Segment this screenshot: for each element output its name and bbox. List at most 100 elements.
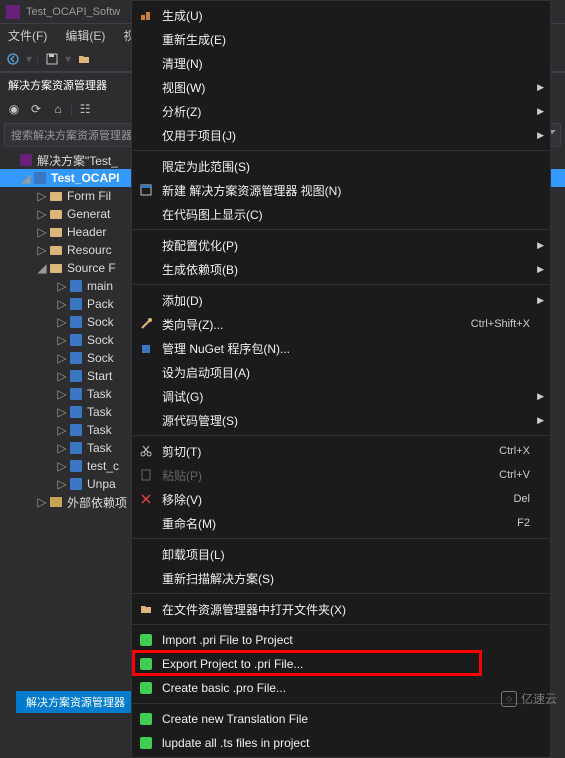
save-icon[interactable]	[43, 50, 61, 68]
menu-item[interactable]: 新建 解决方案资源管理器 视图(N)	[132, 178, 550, 202]
menu-item[interactable]: 视图(W)▶	[132, 75, 550, 99]
menu-label: 设为启动项目(A)	[162, 364, 542, 381]
menu-item[interactable]: 移除(V)Del	[132, 487, 550, 511]
blank-icon	[134, 513, 158, 533]
home2-icon[interactable]: ⌂	[48, 99, 68, 119]
menu-item[interactable]: 调试(G)▶	[132, 384, 550, 408]
expand-icon[interactable]: ▷	[56, 279, 68, 293]
project-icon	[32, 171, 48, 185]
submenu-arrow-icon: ▶	[537, 240, 544, 251]
expand-icon[interactable]: ◢	[20, 171, 32, 185]
blank-icon	[134, 568, 158, 588]
menu-item[interactable]: Import .pri File to Project	[132, 628, 550, 652]
expand-icon[interactable]: ▷	[36, 207, 48, 221]
nuget-icon	[134, 338, 158, 358]
submenu-arrow-icon: ▶	[537, 391, 544, 402]
menu-item[interactable]: 设为启动项目(A)	[132, 360, 550, 384]
menu-label: 源代码管理(S)	[162, 412, 542, 429]
menu-label: 在代码图上显示(C)	[162, 206, 542, 223]
qt-icon	[134, 678, 158, 698]
tree-label: 解决方案"Test_	[37, 152, 118, 169]
menu-item[interactable]: Create basic .pro File...	[132, 676, 550, 700]
menu-item[interactable]: 源代码管理(S)▶	[132, 408, 550, 432]
expand-icon[interactable]: ▷	[56, 423, 68, 437]
vs-logo-icon	[6, 5, 20, 19]
expand-icon[interactable]: ▷	[36, 189, 48, 203]
menu-item[interactable]: 剪切(T)Ctrl+X	[132, 439, 550, 463]
qt-icon	[134, 709, 158, 729]
menu-item[interactable]: 按配置优化(P)▶	[132, 233, 550, 257]
expand-icon[interactable]: ▷	[56, 333, 68, 347]
expand-icon[interactable]: ▷	[56, 477, 68, 491]
menu-item[interactable]: 重命名(M)F2	[132, 511, 550, 535]
expand-icon[interactable]: ▷	[56, 387, 68, 401]
menu-separator	[133, 150, 549, 151]
menu-label: 调试(G)	[162, 388, 542, 405]
watermark-text: 亿速云	[521, 690, 557, 707]
tree-label: test_c	[87, 459, 119, 473]
menu-label: 粘贴(P)	[162, 467, 499, 484]
menu-label: 在文件资源管理器中打开文件夹(X)	[162, 601, 542, 618]
menu-label: 按配置优化(P)	[162, 237, 542, 254]
expand-icon[interactable]: ▷	[36, 225, 48, 239]
cpp-icon	[68, 387, 84, 401]
cpp-icon	[68, 477, 84, 491]
menu-label: 卸载项目(L)	[162, 546, 542, 563]
blank-icon	[134, 259, 158, 279]
back-icon[interactable]	[4, 50, 22, 68]
menu-item[interactable]: 在文件资源管理器中打开文件夹(X)	[132, 597, 550, 621]
home-icon[interactable]: ◉	[4, 99, 24, 119]
menu-item[interactable]: 管理 NuGet 程序包(N)...	[132, 336, 550, 360]
cpp-icon	[68, 459, 84, 473]
menu-item[interactable]: Create new Translation File	[132, 707, 550, 731]
menu-item[interactable]: 在代码图上显示(C)	[132, 202, 550, 226]
menu-label: 生成(U)	[162, 7, 542, 24]
expand-icon[interactable]: ▷	[56, 459, 68, 473]
menu-item[interactable]: 生成依赖项(B)▶	[132, 257, 550, 281]
expand-icon[interactable]: ▷	[56, 441, 68, 455]
tree-label: Sock	[87, 315, 114, 329]
collapse-icon[interactable]: ☷	[75, 99, 95, 119]
menu-edit[interactable]: 编辑(E)	[61, 25, 109, 46]
submenu-arrow-icon: ▶	[537, 415, 544, 426]
solution-icon	[18, 153, 34, 167]
menu-item[interactable]: 类向导(Z)...Ctrl+Shift+X	[132, 312, 550, 336]
footer-tab[interactable]: 解决方案资源管理器	[16, 691, 135, 713]
menu-item[interactable]: 清理(N)	[132, 51, 550, 75]
expand-icon[interactable]: ◢	[36, 261, 48, 275]
menu-item[interactable]: 限定为此范围(S)	[132, 154, 550, 178]
expand-icon[interactable]: ▷	[56, 405, 68, 419]
expand-icon[interactable]: ▷	[56, 297, 68, 311]
expand-icon[interactable]: ▷	[56, 369, 68, 383]
refresh-icon[interactable]: ⟳	[26, 99, 46, 119]
tree-label: main	[87, 279, 113, 293]
window-title: Test_OCAPI_Softw	[26, 6, 120, 18]
menu-item[interactable]: 仅用于项目(J)▶	[132, 123, 550, 147]
expand-icon[interactable]: ▷	[36, 243, 48, 257]
menu-separator	[133, 703, 549, 704]
menu-label: 移除(V)	[162, 491, 513, 508]
menu-item[interactable]: 重新扫描解决方案(S)	[132, 566, 550, 590]
menu-item[interactable]: 分析(Z)▶	[132, 99, 550, 123]
menu-label: 添加(D)	[162, 292, 542, 309]
watermark: ◇ 亿速云	[501, 690, 557, 707]
menu-item[interactable]: 重新生成(E)	[132, 27, 550, 51]
remove-icon	[134, 489, 158, 509]
menu-item[interactable]: 生成(U)	[132, 3, 550, 27]
menu-item[interactable]: lupdate all .ts files in project	[132, 731, 550, 755]
context-menu: 生成(U) 重新生成(E)清理(N)视图(W)▶分析(Z)▶仅用于项目(J)▶ 限定…	[131, 0, 551, 758]
menu-item[interactable]: 添加(D)▶	[132, 288, 550, 312]
expand-icon[interactable]: ▷	[56, 315, 68, 329]
menu-item[interactable]: Export Project to .pri File...	[132, 652, 550, 676]
open-icon[interactable]	[75, 50, 93, 68]
cpp-icon	[68, 279, 84, 293]
menu-label: 新建 解决方案资源管理器 视图(N)	[162, 182, 542, 199]
folder-icon	[48, 207, 64, 221]
menu-file[interactable]: 文件(F)	[4, 25, 51, 46]
expand-icon[interactable]: ▷	[56, 351, 68, 365]
tree-label: Resourc	[67, 243, 112, 257]
tree-label: Sock	[87, 333, 114, 347]
expand-icon[interactable]: ▷	[36, 495, 48, 509]
menu-item[interactable]: 卸载项目(L)	[132, 542, 550, 566]
blank-icon	[134, 77, 158, 97]
